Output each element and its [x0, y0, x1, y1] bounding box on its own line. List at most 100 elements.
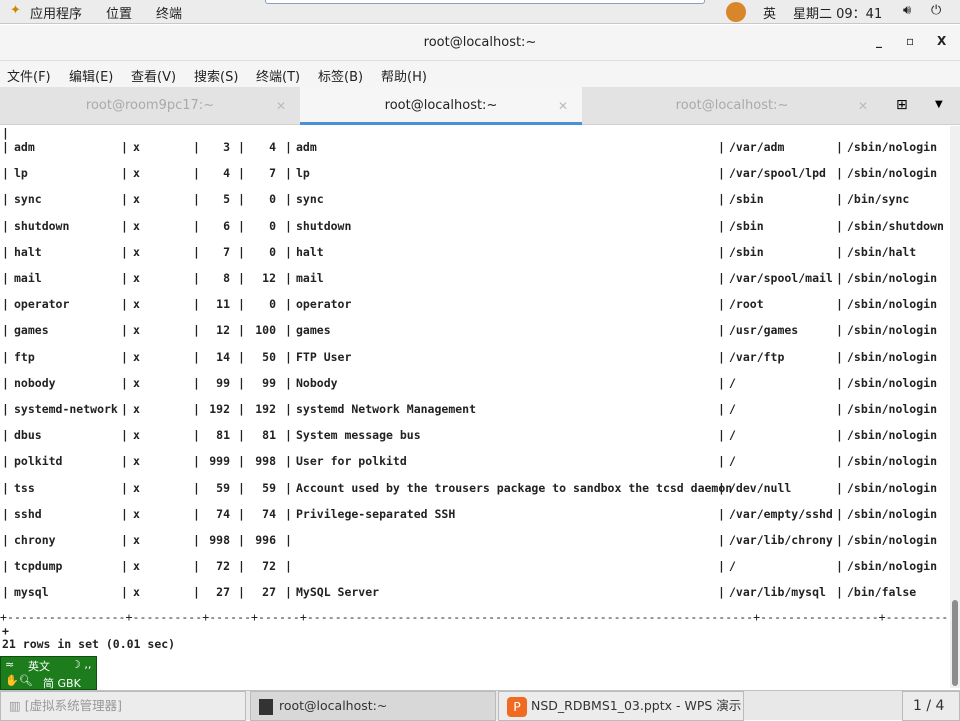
table-cell: 81: [216, 428, 230, 443]
taskbar-label: root@localhost:~: [279, 698, 388, 713]
cell-border: |: [121, 375, 128, 390]
taskbar-item-wps[interactable]: P NSD_RDBMS1_03.pptx - WPS 演示: [498, 691, 744, 721]
minimize-button[interactable]: _: [876, 34, 882, 48]
cell-border: |: [285, 244, 292, 259]
menu-view[interactable]: 查看(V): [131, 66, 176, 85]
search-box[interactable]: [265, 0, 705, 4]
cell-border: |: [718, 271, 725, 285]
workspace-switcher[interactable]: 1 / 4: [902, 691, 960, 721]
terminal-output[interactable]: | +-----------------+----------+------+-…: [0, 126, 960, 688]
cell-border: |: [2, 323, 9, 338]
menu-edit[interactable]: 编辑(E): [69, 66, 113, 85]
menu-terminal[interactable]: 终端(T): [256, 66, 300, 85]
cell-border: |: [2, 218, 9, 233]
table-row: | | | | | | | polkitd x 999 998 User for polkitd //s…: [0, 454, 950, 470]
cell-border: |: [718, 349, 725, 364]
ime-panel[interactable]: ≈ 英文 ☽ ,, ✋🔍︎ 简 GBK: [0, 656, 97, 690]
ime-collapse-icon[interactable]: ≈: [5, 658, 14, 671]
table-cell: /sbin/nologin: [847, 454, 938, 469]
menu-file[interactable]: 文件(F): [7, 66, 51, 85]
cell-border: |: [2, 402, 9, 416]
ime-language[interactable]: 英文: [28, 658, 50, 674]
menu-places[interactable]: 位置: [106, 3, 132, 22]
input-method-indicator[interactable]: 英: [763, 3, 776, 22]
table-cell: x: [133, 166, 140, 181]
table-cell: /sbin/nologin: [847, 428, 938, 443]
table-cell: /sbin/nologin: [847, 271, 938, 285]
table-separator: +-----------------+----------+------+---…: [0, 610, 960, 624]
tab-localhost[interactable]: root@localhost:~ ✕: [582, 87, 882, 125]
cell-border: |: [2, 271, 9, 285]
cell-border: |: [121, 533, 128, 547]
table-cell: polkitd: [14, 454, 63, 469]
table-cell: /sbin/nologin: [847, 506, 938, 521]
new-tab-icon[interactable]: ⊞: [896, 97, 908, 113]
cell-border: |: [2, 506, 9, 521]
cell-border: |: [285, 140, 292, 154]
table-cell: /var/spool/lpd: [729, 166, 826, 181]
table-cell: games: [296, 323, 331, 338]
ime-hand-search-icon[interactable]: ✋🔍︎: [5, 674, 33, 687]
table-cell: x: [133, 402, 140, 416]
menu-help[interactable]: 帮助(H): [381, 66, 427, 85]
volume-icon[interactable]: 🔊︎: [903, 3, 911, 18]
scrollbar-thumb[interactable]: [952, 600, 958, 686]
cell-border: |: [2, 375, 9, 390]
maximize-button[interactable]: ▫: [906, 34, 914, 48]
cell-border: |: [121, 297, 128, 312]
cell-border: |: [121, 559, 128, 574]
table-cell: 4: [223, 166, 230, 181]
table-cell: 4: [269, 140, 276, 154]
close-button[interactable]: X: [937, 34, 946, 48]
close-tab-icon[interactable]: ✕: [276, 87, 286, 125]
table-cell: 8: [223, 271, 230, 285]
table-cell: /sbin/nologin: [847, 559, 938, 574]
tab-room9pc17[interactable]: root@room9pc17:~ ✕: [0, 87, 300, 125]
power-icon[interactable]: ⏻: [931, 3, 941, 18]
cell-border: |: [718, 533, 725, 547]
menu-search[interactable]: 搜索(S): [194, 66, 238, 85]
close-tab-icon[interactable]: ✕: [858, 87, 868, 125]
table-cell: x: [133, 323, 140, 338]
table-cell: /sbin/nologin: [847, 297, 938, 312]
cell-border: |: [836, 506, 843, 521]
table-cell: Privilege-separated SSH: [296, 506, 456, 521]
menu-terminal[interactable]: 终端: [156, 3, 182, 22]
cell-border: |: [836, 244, 843, 259]
cell-border: |: [718, 506, 725, 521]
cell-border: |: [836, 271, 843, 285]
cell-border: |: [121, 480, 128, 495]
cell-border: |: [121, 585, 128, 600]
table-row: | | | | | | | systemd-network x 192 192 systemd Net…: [0, 402, 950, 418]
tab-label: root@localhost:~: [675, 98, 789, 113]
tab-menu-chevron-down-icon[interactable]: ▼: [935, 99, 943, 110]
cell-border: |: [285, 166, 292, 181]
close-tab-icon[interactable]: ✕: [558, 87, 568, 125]
clock[interactable]: 星期二 09：41: [793, 3, 882, 22]
table-cell: 7: [223, 244, 230, 259]
table-row: | | | | | | | halt x 7 0 halt/sbin/sbin/halt: [0, 245, 950, 261]
menu-applications[interactable]: 应用程序: [30, 3, 82, 22]
ime-charset[interactable]: 简 GBK: [43, 675, 81, 691]
table-cell: /sbin: [729, 244, 764, 259]
table-border: |: [2, 126, 9, 140]
taskbar-item-virt-manager[interactable]: ▥ [虚拟系统管理器]: [0, 691, 246, 721]
cell-border: |: [2, 480, 9, 495]
table-cell: systemd Network Management: [296, 402, 477, 416]
table-cell: /: [729, 428, 736, 443]
table-cell: 192: [209, 402, 230, 416]
table-cell: chrony: [14, 533, 56, 547]
taskbar-item-terminal[interactable]: root@localhost:~: [250, 691, 496, 721]
cell-border: |: [718, 297, 725, 312]
table-cell: 14: [216, 349, 230, 364]
table-cell: /sbin/nologin: [847, 480, 938, 495]
ime-punctuation-icon[interactable]: ☽ ,,: [71, 658, 91, 671]
table-cell: /sbin: [729, 218, 764, 233]
menu-tabs[interactable]: 标签(B): [318, 66, 363, 85]
user-avatar-icon[interactable]: [726, 2, 746, 22]
table-cell: nobody: [14, 375, 56, 390]
table-cell: ftp: [14, 349, 35, 364]
tab-localhost-active[interactable]: root@localhost:~ ✕: [300, 87, 582, 125]
table-cell: shutdown: [14, 218, 70, 233]
cell-border: |: [285, 271, 292, 285]
